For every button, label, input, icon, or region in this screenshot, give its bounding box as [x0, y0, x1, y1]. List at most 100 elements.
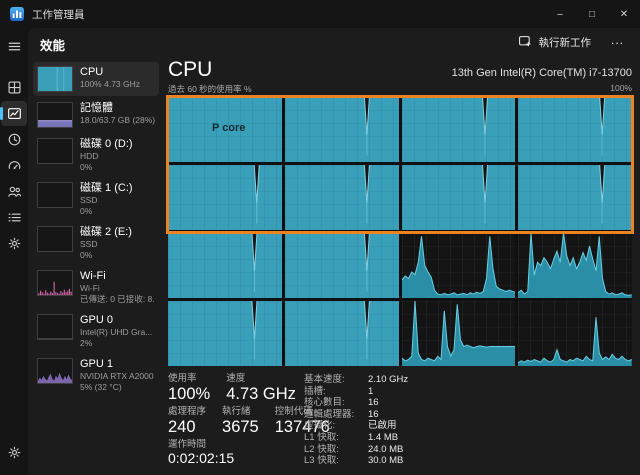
gpu1-sparkline-icon — [37, 358, 73, 384]
sidebar-item-wifi[interactable]: Wi-FiWi-Fi已傳送: 0 已接收: 8.0 K — [33, 266, 159, 308]
disk2-sparkline-icon — [37, 226, 73, 252]
cpu-stats: 使用率100%速度4.73 GHz處理程序240執行緒3675控制代碼13747… — [168, 373, 632, 473]
spec-row: L2 快取:24.0 MB — [304, 444, 408, 456]
cpu-sparkline-icon — [37, 66, 73, 92]
core-graph-3 — [518, 97, 632, 162]
core-graph-0 — [168, 97, 282, 162]
performance-sidebar: CPU100% 4.73 GHz記憶體18.0/63.7 GB (28%)磁碟 … — [28, 56, 162, 475]
stat-速度: 速度4.73 GHz — [226, 373, 296, 404]
disk0-sparkline-icon — [37, 138, 73, 164]
core-usage-grid[interactable]: P core — [168, 97, 632, 366]
core-graph-10 — [402, 233, 516, 298]
sidebar-item-detail: 100% 4.73 GHz — [80, 79, 140, 90]
sidebar-item-detail: SSD — [80, 195, 133, 206]
sidebar-item-detail: NVIDIA RTX A2000 — [80, 371, 154, 382]
core-graph-14 — [402, 301, 516, 366]
spec-row: 插槽:1 — [304, 386, 408, 398]
hamburger-menu-icon[interactable] — [1, 34, 27, 59]
nav-users-icon[interactable] — [1, 179, 27, 204]
sidebar-item-detail: 5% (32 °C) — [80, 382, 154, 393]
stat-使用率: 使用率100% — [168, 373, 210, 404]
memory-sparkline-icon — [37, 102, 73, 128]
sidebar-item-title: 磁碟 0 (D:) — [80, 138, 133, 151]
chart-caption-left: 過去 60 秒的使用率 % — [168, 83, 252, 95]
run-new-task-label: 執行新工作 — [538, 35, 591, 50]
core-graph-1 — [285, 97, 399, 162]
sidebar-item-gpu0[interactable]: GPU 0Intel(R) UHD Gra...2% — [33, 310, 159, 352]
run-new-task-button[interactable]: 執行新工作 — [510, 30, 599, 55]
sidebar-item-detail: SSD — [80, 239, 132, 250]
minimize-icon[interactable]: – — [544, 0, 576, 28]
disk1-sparkline-icon — [37, 182, 73, 208]
core-graph-12 — [168, 301, 282, 366]
nav-app-history-icon[interactable] — [1, 127, 27, 152]
spec-row: 基本速度:2.10 GHz — [304, 374, 408, 386]
sidebar-item-title: CPU — [80, 66, 140, 79]
wifi-sparkline-icon — [37, 270, 73, 296]
page-title: 效能 — [40, 35, 65, 54]
sidebar-item-disk1[interactable]: 磁碟 1 (C:)SSD0% — [33, 178, 159, 220]
core-graph-9 — [285, 233, 399, 298]
sidebar-item-cpu[interactable]: CPU100% 4.73 GHz — [33, 62, 159, 96]
core-graph-8 — [168, 233, 282, 298]
close-icon[interactable]: ✕ — [608, 0, 640, 28]
nav-details-icon[interactable] — [1, 205, 27, 230]
sidebar-item-disk0[interactable]: 磁碟 0 (D:)HDD0% — [33, 134, 159, 176]
sidebar-item-detail: 已傳送: 0 已接收: 8.0 K — [80, 294, 155, 305]
sidebar-item-title: 磁碟 1 (C:) — [80, 182, 133, 195]
core-graph-11 — [518, 233, 632, 298]
sidebar-item-title: GPU 1 — [80, 358, 154, 371]
window-controls: – □ ✕ — [544, 0, 640, 28]
spec-row: 核心數目:16 — [304, 397, 408, 409]
cpu-title: CPU — [168, 58, 212, 82]
content-header: 效能 執行新工作 ... — [28, 28, 640, 56]
cpu-panel: CPU 13th Gen Intel(R) Core(TM) i7-13700 … — [162, 56, 640, 475]
sidebar-item-title: GPU 0 — [80, 314, 152, 327]
new-task-icon — [518, 34, 532, 51]
sidebar-item-title: 記憶體 — [80, 102, 155, 115]
gpu0-sparkline-icon — [37, 314, 73, 340]
core-graph-6 — [402, 165, 516, 230]
titlebar: 工作管理員 – □ ✕ — [0, 0, 640, 28]
content-panel: 效能 執行新工作 ... CPU100% 4.73 GHz記憶體18.0/63.… — [28, 28, 640, 475]
task-manager-logo-icon — [10, 7, 24, 21]
stat-執行緒: 執行緒3675 — [222, 406, 259, 437]
sidebar-item-detail: 0% — [80, 162, 133, 173]
sidebar-item-disk2[interactable]: 磁碟 2 (E:)SSD0% — [33, 222, 159, 264]
core-graph-7 — [518, 165, 632, 230]
core-graph-4 — [168, 165, 282, 230]
maximize-icon[interactable]: □ — [576, 0, 608, 28]
sidebar-item-memory[interactable]: 記憶體18.0/63.7 GB (28%) — [33, 98, 159, 132]
sidebar-item-detail: 2% — [80, 338, 152, 349]
nav-services-icon[interactable] — [1, 231, 27, 256]
sidebar-item-detail: 0% — [80, 250, 132, 261]
task-manager-window: 工作管理員 – □ ✕ — [0, 0, 640, 475]
spec-row: L1 快取:1.4 MB — [304, 432, 408, 444]
sidebar-item-detail: Intel(R) UHD Gra... — [80, 327, 152, 338]
core-graph-13 — [285, 301, 399, 366]
stat-處理程序: 處理程序240 — [168, 406, 206, 437]
chart-caption-right: 100% — [610, 83, 632, 95]
app-title: 工作管理員 — [32, 7, 85, 22]
spec-row: 虛擬化:已啟用 — [304, 420, 408, 432]
core-graph-2 — [402, 97, 516, 162]
core-graph-5 — [285, 165, 399, 230]
more-options-icon[interactable]: ... — [603, 31, 632, 53]
cpu-model: 13th Gen Intel(R) Core(TM) i7-13700 — [452, 67, 632, 82]
sidebar-item-detail: Wi-Fi — [80, 283, 155, 294]
stat-運作時間: 運作時間0:02:02:15 — [168, 439, 234, 467]
sidebar-item-detail: HDD — [80, 151, 133, 162]
sidebar-item-title: Wi-Fi — [80, 270, 155, 283]
sidebar-item-title: 磁碟 2 (E:) — [80, 226, 132, 239]
cpu-stats-static: 基本速度:2.10 GHz插槽:1核心數目:16邏輯處理器:16虛擬化:已啟用L… — [304, 374, 408, 467]
spec-row: 邏輯處理器:16 — [304, 409, 408, 421]
sidebar-item-detail: 18.0/63.7 GB (28%) — [80, 115, 155, 126]
sidebar-item-gpu1[interactable]: GPU 1NVIDIA RTX A20005% (32 °C) — [33, 354, 159, 396]
spec-row: L3 快取:30.0 MB — [304, 455, 408, 467]
core-graph-15 — [518, 301, 632, 366]
nav-processes-icon[interactable] — [1, 75, 27, 100]
settings-gear-icon[interactable] — [1, 440, 27, 465]
sidebar-item-detail: 0% — [80, 206, 133, 217]
nav-performance-icon[interactable] — [1, 101, 27, 126]
nav-startup-apps-icon[interactable] — [1, 153, 27, 178]
